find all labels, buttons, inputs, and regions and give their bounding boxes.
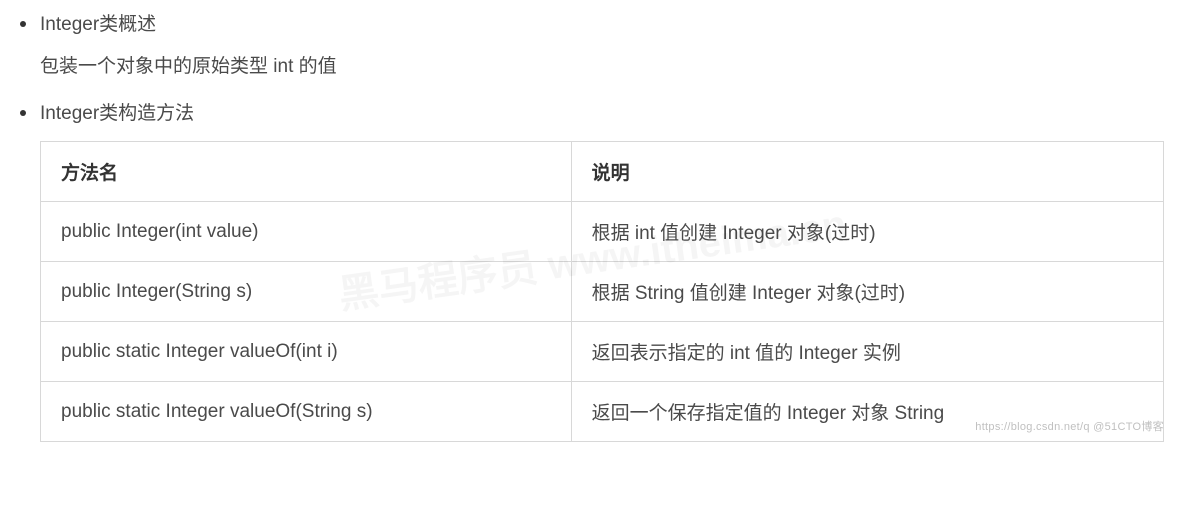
table-row: public Integer(String s) 根据 String 值创建 I…: [41, 262, 1164, 322]
method-name-cell: public static Integer valueOf(String s): [41, 382, 572, 442]
method-desc-cell: 根据 String 值创建 Integer 对象(过时): [571, 262, 1163, 322]
list-item: Integer类构造方法 方法名 说明 public Integer(int v…: [40, 99, 1164, 442]
bullet-title: Integer类概述: [40, 10, 1164, 40]
method-name-cell: public Integer(String s): [41, 262, 572, 322]
content-list: Integer类概述 包装一个对象中的原始类型 int 的值 Integer类构…: [20, 10, 1164, 442]
bullet-desc: 包装一个对象中的原始类型 int 的值: [40, 52, 1164, 82]
bottom-watermark: https://blog.csdn.net/q @51CTO博客: [975, 418, 1164, 434]
table-header-desc: 说明: [571, 142, 1163, 202]
table-header-method: 方法名: [41, 142, 572, 202]
methods-table: 方法名 说明 public Integer(int value) 根据 int …: [40, 141, 1164, 442]
method-desc-cell: 返回表示指定的 int 值的 Integer 实例: [571, 322, 1163, 382]
table-row: public static Integer valueOf(int i) 返回表…: [41, 322, 1164, 382]
method-desc-cell: 根据 int 值创建 Integer 对象(过时): [571, 202, 1163, 262]
bullet-title: Integer类构造方法: [40, 99, 1164, 129]
method-name-cell: public Integer(int value): [41, 202, 572, 262]
table-row: public Integer(int value) 根据 int 值创建 Int…: [41, 202, 1164, 262]
table-header-row: 方法名 说明: [41, 142, 1164, 202]
list-item: Integer类概述 包装一个对象中的原始类型 int 的值: [40, 10, 1164, 83]
method-name-cell: public static Integer valueOf(int i): [41, 322, 572, 382]
